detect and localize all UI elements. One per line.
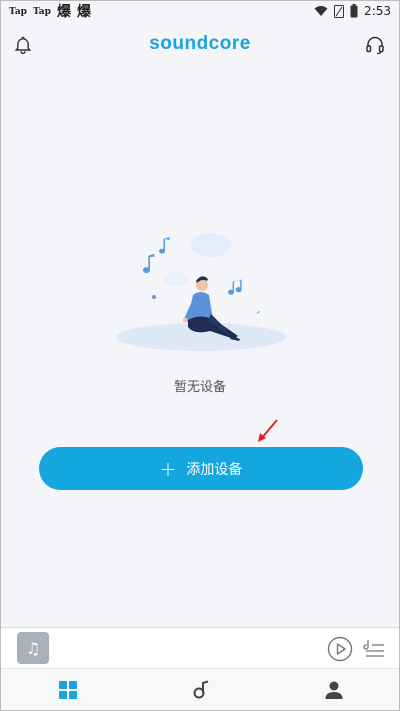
status-right: 2:53	[314, 4, 391, 18]
app-notification-glyph-1: 爆	[56, 4, 71, 20]
taptap-notification-2: Tap	[32, 7, 51, 17]
play-icon[interactable]	[327, 636, 353, 662]
grid-icon[interactable]	[57, 679, 79, 701]
battery-icon	[350, 4, 358, 18]
add-device-button[interactable]: + 添加设备	[39, 447, 363, 490]
music-note-icon: ♫	[25, 638, 41, 658]
sim-icon	[334, 4, 345, 18]
empty-state-text: 暂无设备	[173, 380, 226, 395]
headset-icon[interactable]	[365, 35, 385, 55]
bottom-navigation	[1, 668, 399, 710]
wifi-icon	[314, 6, 328, 16]
empty-devices-illustration	[116, 233, 286, 351]
plus-icon: +	[159, 456, 177, 481]
playlist-icon[interactable]	[363, 637, 387, 661]
soundcore-logo: soundcore	[149, 33, 251, 54]
annotation-arrow-icon	[258, 419, 278, 442]
add-device-label: 添加设备	[186, 461, 243, 478]
album-art[interactable]: ♫	[17, 632, 49, 664]
status-left: Tap Tap 爆 爆	[9, 4, 91, 20]
app-notification-glyph-2: 爆	[76, 4, 91, 20]
app-screen: Tap Tap 爆 爆 2:53 soundcore 暂无设备 + 添加设备 ♫	[0, 0, 400, 711]
profile-icon[interactable]	[323, 679, 345, 701]
clock: 2:53	[364, 4, 391, 18]
music-icon[interactable]	[190, 679, 212, 701]
mini-player: ♫	[1, 627, 399, 668]
status-bar: Tap Tap 爆 爆 2:53	[1, 1, 399, 23]
taptap-notification-1: Tap	[9, 7, 27, 17]
app-header: soundcore	[1, 27, 399, 63]
